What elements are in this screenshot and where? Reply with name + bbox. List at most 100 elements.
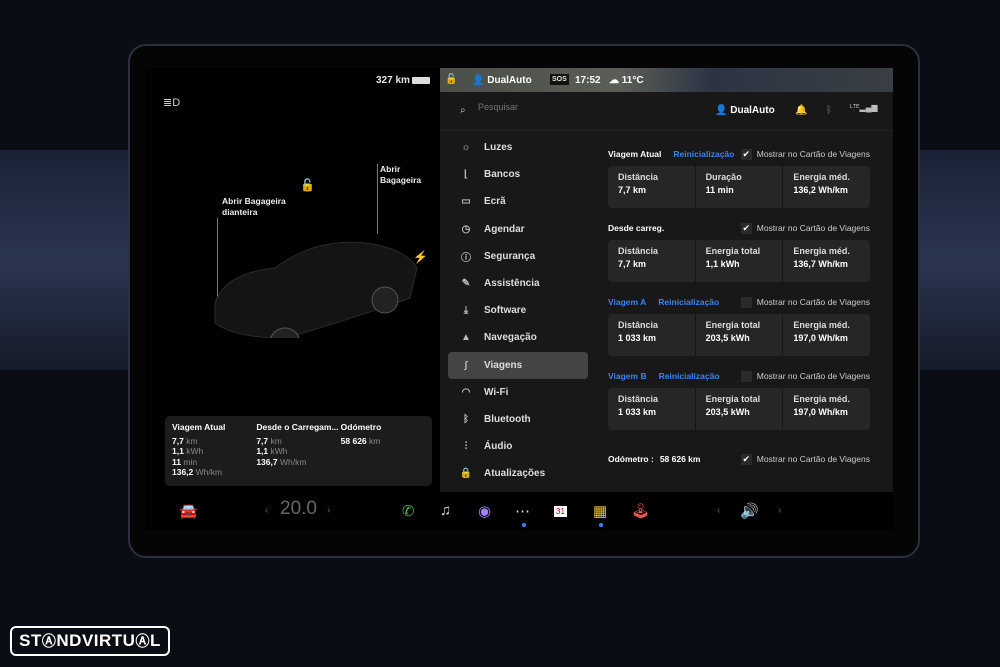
seat-icon: ⌊ bbox=[464, 169, 468, 181]
phone-icon[interactable]: ✆ bbox=[402, 502, 415, 520]
lock-status-icon[interactable]: 🔓 bbox=[445, 74, 457, 85]
music-icon[interactable]: ♫ bbox=[440, 502, 451, 519]
trip-col-since-charge: Desde o Carregam... 7,7 km 1,1 kWh 136,7… bbox=[256, 422, 339, 467]
standvirtual-watermark: STⒶNDVIRTUⒶL bbox=[10, 626, 170, 656]
more-apps-icon[interactable]: ⋯ bbox=[515, 502, 530, 520]
reset-link[interactable]: Reinicialização bbox=[658, 297, 719, 307]
sos-icon[interactable]: SOS bbox=[550, 74, 569, 85]
trip-section: Viagem A Reinicialização Mostrar no Cartão… bbox=[608, 295, 870, 356]
cloud-icon: ☁ bbox=[609, 75, 622, 86]
clock: 17:52 bbox=[575, 75, 601, 86]
menu-item-assistencia[interactable]: ✎ Assistência bbox=[448, 270, 588, 297]
empty-checkbox bbox=[740, 296, 752, 308]
trip-section: Viagem Atual Reinicialização ✔ Mostrar no C… bbox=[608, 147, 870, 208]
bell-icon[interactable]: 🔔 bbox=[795, 105, 807, 116]
tesla-screen: ≣D 327 km 🔓 👤 DualAuto SOS 17:52 ☁ 11°C … bbox=[145, 68, 893, 530]
menu-item-seguranca[interactable]: ⓘ Segurança bbox=[448, 243, 588, 270]
show-on-trip-card-checkbox[interactable]: Mostrar no Cartão de Viagens bbox=[740, 370, 870, 382]
search-input[interactable] bbox=[478, 102, 628, 112]
active-dot bbox=[599, 523, 603, 527]
empty-checkbox bbox=[740, 370, 752, 382]
bluetooth-icon[interactable]: ᛒ bbox=[826, 105, 832, 116]
profile-button[interactable]: 👤 DualAuto bbox=[715, 105, 775, 116]
menu-item-wi-fi[interactable]: ◠ Wi-Fi bbox=[448, 379, 588, 406]
battery-icon bbox=[412, 77, 430, 84]
stat-card: Energia total 203,5 kWh bbox=[696, 314, 784, 356]
toybox-icon[interactable]: ▦ bbox=[593, 502, 607, 520]
sun-icon: ☼ bbox=[461, 142, 471, 154]
check-icon: ✔ bbox=[740, 222, 752, 234]
menu-item-audio[interactable]: ⫶ Áudio bbox=[448, 433, 588, 460]
audio-icon: ⫶ bbox=[464, 441, 468, 453]
stat-cards: Distância 1 033 km Energia total 203,5 kWh E… bbox=[608, 314, 870, 356]
stat-card: Distância 1 033 km bbox=[608, 314, 696, 356]
temp-down-chevron[interactable]: ‹ bbox=[265, 505, 268, 516]
weather: ☁ 11°C bbox=[609, 75, 644, 86]
unlock-icon[interactable]: 🔓 bbox=[300, 178, 315, 192]
stat-card: Distância 7,7 km bbox=[608, 240, 696, 282]
menu-item-atualizacoes[interactable]: 🔒 Atualizações bbox=[448, 460, 588, 487]
menu-item-navegacao[interactable]: ▲ Navegação bbox=[448, 324, 588, 351]
menu-item-bancos[interactable]: ⌊ Bancos bbox=[448, 161, 588, 188]
stat-cards: Distância 7,7 km Energia total 1,1 kWh Energ… bbox=[608, 240, 870, 282]
lte-signal-icon: ᴸᵀᴱ▂▄▆ bbox=[850, 103, 878, 112]
settings-panel: ⌕ 👤 DualAuto 🔔 ᛒ ᴸᵀᴱ▂▄▆ ☼Luzes⌊Bancos▭Ec… bbox=[440, 92, 893, 492]
trips-icon: ∫ bbox=[464, 359, 468, 371]
volume-down-chevron[interactable]: ‹ bbox=[717, 505, 720, 516]
stat-cards: Distância 7,7 km Duração 11 min Energia méd.… bbox=[608, 166, 870, 208]
calendar-icon[interactable]: 31 bbox=[554, 506, 567, 517]
section-title: Viagem A bbox=[608, 297, 647, 307]
menu-item-ecra[interactable]: ▭ Ecrã bbox=[448, 188, 588, 215]
user-icon: 👤 bbox=[472, 75, 488, 86]
stat-cards: Distância 1 033 km Energia total 203,5 kWh E… bbox=[608, 388, 870, 430]
stat-card: Energia total 203,5 kWh bbox=[696, 388, 784, 430]
camera-icon[interactable]: ◉ bbox=[478, 502, 491, 520]
section-title: Desde carreg. bbox=[608, 223, 665, 233]
stat-card: Duração 11 min bbox=[696, 166, 784, 208]
menu-item-viagens[interactable]: ∫ Viagens bbox=[448, 351, 588, 379]
divider bbox=[440, 130, 893, 131]
section-title: Viagem B bbox=[608, 371, 647, 381]
temperature-readout[interactable]: 20.0 bbox=[280, 498, 317, 520]
temp-up-chevron[interactable]: › bbox=[327, 505, 330, 516]
reset-link[interactable]: Reinicialização bbox=[659, 371, 720, 381]
car-image bbox=[214, 241, 418, 338]
bluetooth-icon: ᛒ bbox=[463, 413, 469, 425]
menu-item-luzes[interactable]: ☼ Luzes bbox=[448, 134, 588, 161]
show-on-trip-card-checkbox[interactable]: ✔ Mostrar no Cartão de Viagens bbox=[740, 148, 870, 160]
stat-card: Distância 1 033 km bbox=[608, 388, 696, 430]
trip-section: Desde carreg. ✔ Mostrar no Cartão de Viage… bbox=[608, 221, 870, 282]
stat-card: Distância 7,7 km bbox=[608, 166, 696, 208]
alarm-icon: ◷ bbox=[461, 223, 471, 235]
trip-summary-card[interactable]: Viagem Atual 7,7 km 1,1 kWh 11 min 136,2… bbox=[165, 416, 432, 486]
stat-card: Energia méd. 136,2 Wh/km bbox=[793, 172, 850, 195]
show-on-trip-card-checkbox[interactable]: ✔ Mostrar no Cartão de Viagens bbox=[740, 222, 870, 234]
menu-item-agendar[interactable]: ◷ Agendar bbox=[448, 216, 588, 243]
volume-icon[interactable]: 🔊 bbox=[740, 502, 759, 520]
headlight-icon[interactable]: ≣D bbox=[163, 96, 180, 109]
stat-card: Energia méd. 197,0 Wh/km bbox=[793, 320, 850, 343]
show-on-trip-card-checkbox[interactable]: ✔ Mostrar no Cartão de Viagens bbox=[740, 453, 870, 465]
check-icon: ✔ bbox=[740, 453, 752, 465]
trip-col-odometer: Odómetro 58 626 km bbox=[340, 422, 382, 446]
odometer-row: Odómetro : 58 626 km ✔ Mostrar no Cartão … bbox=[608, 453, 870, 465]
user-status[interactable]: 👤 DualAuto bbox=[472, 75, 532, 86]
open-frunk-button[interactable]: Abrir Bagageira dianteira bbox=[222, 196, 292, 218]
volume-up-chevron[interactable]: › bbox=[778, 505, 781, 516]
menu-item-bluetooth[interactable]: ᛒ Bluetooth bbox=[448, 406, 588, 433]
trip-section: Viagem B Reinicialização Mostrar no Cartão… bbox=[608, 369, 870, 430]
joystick-icon[interactable]: 🕹 bbox=[631, 502, 650, 520]
lock-icon: 🔒 bbox=[459, 468, 473, 480]
reset-link[interactable]: Reinicialização bbox=[673, 149, 734, 159]
wifi-icon: ◠ bbox=[461, 386, 471, 398]
bottom-bar: 🚘 ‹ 20.0 › ✆ ♫ ◉ ⋯ 31 ▦ 🕹 ‹ 🔊 › bbox=[145, 492, 893, 530]
stat-card: Energia méd. 136,7 Wh/km bbox=[793, 246, 850, 269]
menu-item-software[interactable]: ⤓ Software bbox=[448, 297, 588, 324]
section-title: Viagem Atual bbox=[608, 149, 662, 159]
car-icon[interactable]: 🚘 bbox=[179, 502, 198, 520]
download-icon: ⤓ bbox=[463, 305, 469, 317]
open-trunk-button[interactable]: Abrir Bagageira bbox=[380, 164, 435, 186]
show-on-trip-card-checkbox[interactable]: Mostrar no Cartão de Viagens bbox=[740, 296, 870, 308]
check-icon: ✔ bbox=[740, 148, 752, 160]
search-icon: ⌕ bbox=[460, 105, 466, 116]
